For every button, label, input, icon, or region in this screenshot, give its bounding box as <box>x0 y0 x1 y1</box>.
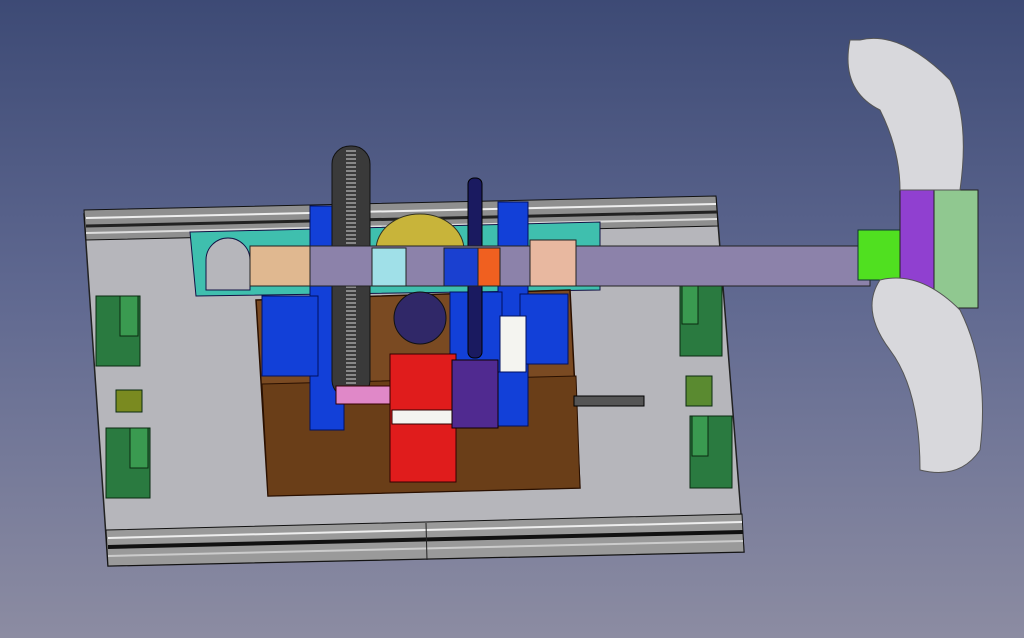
3d-viewport[interactable] <box>0 0 1024 638</box>
dark-wheel[interactable] <box>393 291 447 345</box>
cad-model[interactable] <box>0 0 1024 638</box>
steering-handle[interactable] <box>847 37 983 473</box>
main-shaft[interactable] <box>249 239 871 287</box>
rack[interactable] <box>573 395 645 407</box>
